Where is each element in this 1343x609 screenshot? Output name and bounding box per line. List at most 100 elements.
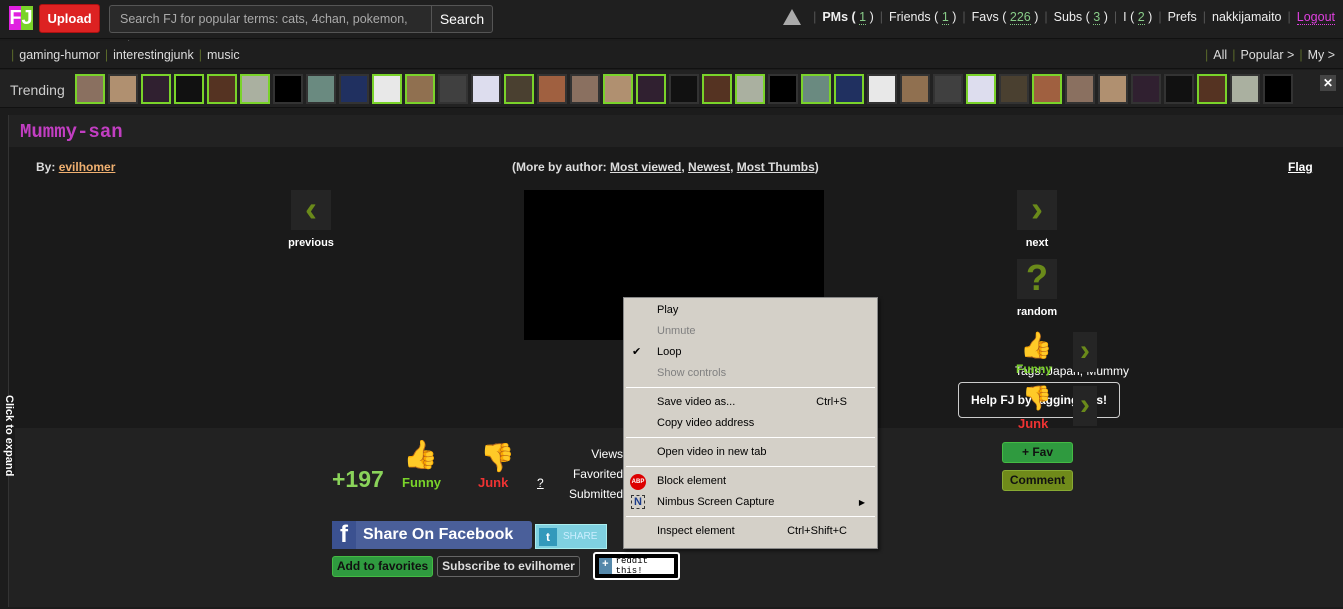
- add-to-favorites-button[interactable]: Add to favorites: [332, 556, 433, 577]
- menu-item[interactable]: Inspect element Ctrl+Shift+C: [624, 521, 877, 542]
- menu-item-label: Save video as...: [657, 396, 736, 408]
- random-button[interactable]: ?: [1017, 259, 1057, 299]
- thumbs-down-icon[interactable]: 👎: [480, 441, 515, 474]
- share-facebook-button[interactable]: f Share On Facebook: [332, 521, 532, 549]
- trending-thumbnail[interactable]: [1098, 74, 1128, 104]
- menu-item[interactable]: Save video as... Ctrl+S: [624, 392, 877, 413]
- trending-thumbnail[interactable]: [1197, 74, 1227, 104]
- reddit-button[interactable]: + reddit this!: [593, 552, 680, 580]
- trending-thumbnail[interactable]: [735, 74, 765, 104]
- help-question-link[interactable]: ?: [537, 476, 544, 490]
- trending-thumbnail[interactable]: [933, 74, 963, 104]
- trending-thumbnail[interactable]: [240, 74, 270, 104]
- flag-link[interactable]: Flag: [1288, 160, 1313, 174]
- trending-thumbnail[interactable]: [1230, 74, 1260, 104]
- nav-end: ): [1148, 10, 1153, 24]
- trending-thumbnail[interactable]: [570, 74, 600, 104]
- trending-thumbnail[interactable]: [504, 74, 534, 104]
- trending-thumbnail[interactable]: [306, 74, 336, 104]
- category-bar-right: | All | Popular > | My >: [1205, 48, 1335, 62]
- trending-thumbnail[interactable]: [141, 74, 171, 104]
- nimbus-icon: N: [631, 495, 645, 509]
- funny-button[interactable]: Funny: [402, 475, 441, 490]
- prefs-link[interactable]: Prefs: [1168, 10, 1197, 24]
- trending-thumbnail[interactable]: [1131, 74, 1161, 104]
- trending-thumbnail[interactable]: [999, 74, 1029, 104]
- menu-item[interactable]: ✔ Loop: [624, 342, 877, 363]
- trending-thumbnail[interactable]: [438, 74, 468, 104]
- trending-thumbnail[interactable]: [801, 74, 831, 104]
- menu-item[interactable]: Show controls: [624, 363, 877, 384]
- upload-button[interactable]: Upload: [39, 4, 100, 33]
- nav-item[interactable]: Subs ( 3 ): [1054, 10, 1108, 25]
- trending-thumbnail[interactable]: [867, 74, 897, 104]
- logout-link[interactable]: Logout: [1296, 10, 1335, 25]
- nav-label: I (: [1123, 10, 1135, 24]
- menu-item[interactable]: Copy video address: [624, 413, 877, 434]
- trending-thumbnail[interactable]: [471, 74, 501, 104]
- trending-thumbnail[interactable]: [834, 74, 864, 104]
- nav-item[interactable]: PMs ( 1 ): [822, 10, 874, 25]
- trending-thumbnail[interactable]: [108, 74, 138, 104]
- menu-shortcut: Ctrl+S: [816, 396, 847, 408]
- tag-next-arrow[interactable]: ›: [1073, 386, 1097, 426]
- next-button[interactable]: ›: [1017, 190, 1057, 230]
- trending-thumbnail[interactable]: [405, 74, 435, 104]
- menu-item[interactable]: N Nimbus Screen Capture ▶: [624, 492, 877, 513]
- junk-button[interactable]: Junk: [478, 475, 508, 490]
- category-link[interactable]: gaming-humor: [19, 48, 100, 62]
- thumbs-up-icon[interactable]: 👍: [403, 438, 438, 471]
- menu-item[interactable]: Unmute: [624, 321, 877, 342]
- category-link[interactable]: music: [207, 48, 240, 62]
- trending-thumbnail[interactable]: [702, 74, 732, 104]
- trending-thumbnail[interactable]: [966, 74, 996, 104]
- trending-thumbnail[interactable]: [75, 74, 105, 104]
- thumbs-down-icon[interactable]: 👎: [1022, 384, 1052, 413]
- trending-thumbnail[interactable]: [537, 74, 567, 104]
- category-link[interactable]: interestingjunk: [113, 48, 194, 62]
- nav-item[interactable]: I ( 2 ): [1123, 10, 1152, 25]
- search-input[interactable]: Search FJ for popular terms: cats, 4chan…: [109, 5, 431, 52]
- trending-thumbnail[interactable]: [207, 74, 237, 104]
- username-link[interactable]: nakkijamaito: [1212, 10, 1281, 24]
- subscribe-button[interactable]: Subscribe to evilhomer: [437, 556, 580, 577]
- share-twitter-button[interactable]: t SHARE: [535, 524, 607, 549]
- menu-item[interactable]: ABP Block element: [624, 471, 877, 492]
- nav-item[interactable]: Friends ( 1 ): [889, 10, 956, 25]
- trending-thumbnail[interactable]: [1263, 74, 1293, 104]
- trending-thumbnail[interactable]: [1164, 74, 1194, 104]
- close-icon[interactable]: ✕: [1320, 75, 1336, 91]
- trending-thumbnail[interactable]: [603, 74, 633, 104]
- trending-thumbnail[interactable]: [339, 74, 369, 104]
- trending-thumbnail[interactable]: [174, 74, 204, 104]
- trending-thumbnail[interactable]: [768, 74, 798, 104]
- alert-triangle-icon[interactable]: [783, 9, 802, 25]
- previous-button[interactable]: ‹: [291, 190, 331, 230]
- category-filter-link[interactable]: Popular >: [1240, 48, 1294, 62]
- most-viewed-link[interactable]: Most viewed: [610, 160, 681, 174]
- logo[interactable]: FJ: [9, 6, 33, 30]
- author-link[interactable]: evilhomer: [59, 160, 116, 174]
- menu-item-label: Copy video address: [657, 417, 755, 429]
- trending-thumbnail[interactable]: [372, 74, 402, 104]
- nav-item[interactable]: Favs ( 226 ): [972, 10, 1038, 25]
- trending-thumbnail[interactable]: [636, 74, 666, 104]
- trending-thumbnail[interactable]: [273, 74, 303, 104]
- menu-item-label: Nimbus Screen Capture: [657, 496, 775, 508]
- fav-button[interactable]: + Fav: [1002, 442, 1073, 463]
- comment-button[interactable]: Comment: [1002, 470, 1073, 491]
- trending-thumbnail[interactable]: [1032, 74, 1062, 104]
- menu-item[interactable]: Play: [624, 300, 877, 321]
- menu-item[interactable]: Open video in new tab: [624, 442, 877, 463]
- newest-link[interactable]: Newest: [688, 160, 730, 174]
- category-filter-link[interactable]: My >: [1308, 48, 1335, 62]
- search-button[interactable]: Search: [431, 5, 493, 33]
- trending-thumbnail[interactable]: [1065, 74, 1095, 104]
- trending-thumbnail[interactable]: [669, 74, 699, 104]
- thumbs-up-icon[interactable]: 👍: [1020, 330, 1052, 361]
- category-filter-link[interactable]: All: [1213, 48, 1227, 62]
- tag-next-arrow[interactable]: ›: [1073, 332, 1097, 372]
- click-to-expand[interactable]: Click to expand: [3, 395, 15, 477]
- most-thumbs-link[interactable]: Most Thumbs: [737, 160, 815, 174]
- trending-thumbnail[interactable]: [900, 74, 930, 104]
